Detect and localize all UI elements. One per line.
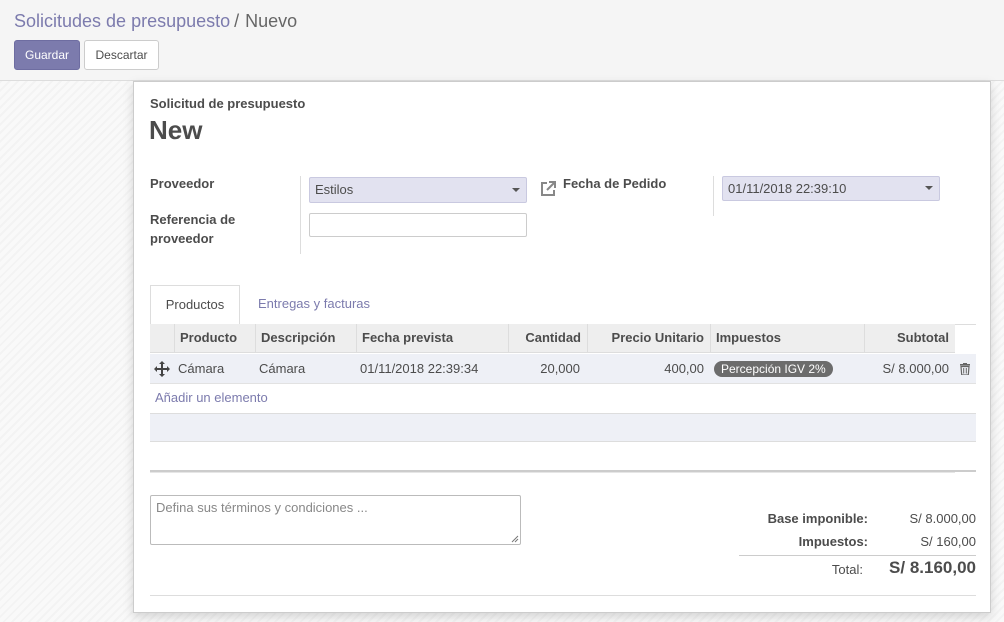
- column-description[interactable]: Descripción: [255, 324, 356, 352]
- resize-handle-icon[interactable]: [511, 535, 519, 543]
- total-label: Total:: [831, 562, 863, 577]
- document-name: New: [149, 115, 203, 145]
- cell-subtotal: S/ 8.000,00: [882, 361, 950, 376]
- cell-unit-price[interactable]: 400,00: [587, 354, 704, 384]
- vendor-label: Proveedor: [150, 176, 215, 191]
- dropdown-caret-icon: [925, 186, 933, 190]
- terms-placeholder: Defina sus términos y condiciones ...: [156, 500, 368, 515]
- field-divider: [300, 176, 301, 254]
- cell-scheduled-date[interactable]: 01/11/2018 22:39:34: [360, 354, 478, 384]
- breadcrumb-separator: /: [234, 11, 240, 31]
- drag-handle-icon[interactable]: [154, 361, 170, 377]
- column-product[interactable]: Producto: [174, 324, 255, 352]
- breadcrumb-parent-link[interactable]: Solicitudes de presupuesto: [14, 11, 230, 31]
- table-footer: [150, 472, 955, 480]
- cell-description[interactable]: Cámara: [259, 354, 305, 384]
- empty-table-row: [150, 413, 976, 442]
- tax-tag[interactable]: Percepción IGV 2%: [714, 361, 833, 377]
- control-panel: Solicitudes de presupuesto / Nuevo Guardar…: [0, 0, 1004, 81]
- order-date-picker[interactable]: 01/11/2018 22:39:10: [722, 176, 940, 201]
- column-unit-price[interactable]: Precio Unitario: [587, 324, 710, 352]
- total-value: S/ 8.160,00: [889, 558, 976, 577]
- column-subtotal[interactable]: Subtotal: [864, 324, 955, 352]
- save-button[interactable]: Guardar: [14, 40, 80, 70]
- discard-button[interactable]: Descartar: [84, 40, 159, 70]
- cell-taxes[interactable]: Percepción IGV 2%: [714, 354, 833, 384]
- cell-product[interactable]: Cámara: [178, 354, 224, 384]
- vendor-select-value: Estilos: [315, 182, 354, 197]
- vendor-reference-input[interactable]: [309, 213, 527, 237]
- document-type-label: Solicitud de presupuesto: [150, 96, 306, 111]
- tax-amount-value: S/ 160,00: [920, 534, 976, 549]
- terms-conditions-textarea[interactable]: Defina sus términos y condiciones ...: [150, 495, 521, 545]
- vendor-reference-label: Referencia de proveedor: [150, 212, 236, 246]
- tax-amount-label: Impuestos:: [798, 534, 868, 549]
- totals-separator: [739, 555, 976, 556]
- dropdown-caret-icon: [512, 188, 520, 192]
- vendor-select[interactable]: Estilos: [309, 177, 527, 203]
- add-line-link[interactable]: Añadir un elemento: [155, 390, 268, 405]
- order-date-label: Fecha de Pedido: [563, 176, 667, 191]
- tab-products[interactable]: Productos: [150, 285, 240, 325]
- untaxed-amount-label: Base imponible:: [767, 511, 868, 526]
- column-quantity[interactable]: Cantidad: [508, 324, 587, 352]
- column-handle: [150, 324, 174, 352]
- breadcrumb-current: Nuevo: [245, 11, 298, 31]
- tab-deliveries-invoices[interactable]: Entregas y facturas: [258, 285, 370, 325]
- external-link-icon[interactable]: [538, 179, 558, 199]
- untaxed-amount-value: S/ 8.000,00: [909, 511, 977, 526]
- cell-quantity[interactable]: 20,000: [508, 354, 580, 384]
- column-taxes[interactable]: Impuestos: [710, 324, 864, 352]
- field-divider: [713, 176, 714, 216]
- trash-icon[interactable]: [960, 363, 970, 375]
- breadcrumb: Solicitudes de presupuesto / Nuevo: [14, 11, 297, 32]
- table-header: Producto Descripción Fecha prevista Cant…: [150, 324, 955, 353]
- table-row[interactable]: Cámara Cámara 01/11/2018 22:39:34 20,000…: [150, 354, 976, 384]
- order-date-value: 01/11/2018 22:39:10: [728, 181, 847, 196]
- column-scheduled-date[interactable]: Fecha prevista: [356, 324, 508, 352]
- sheet-bottom-divider: [150, 595, 976, 596]
